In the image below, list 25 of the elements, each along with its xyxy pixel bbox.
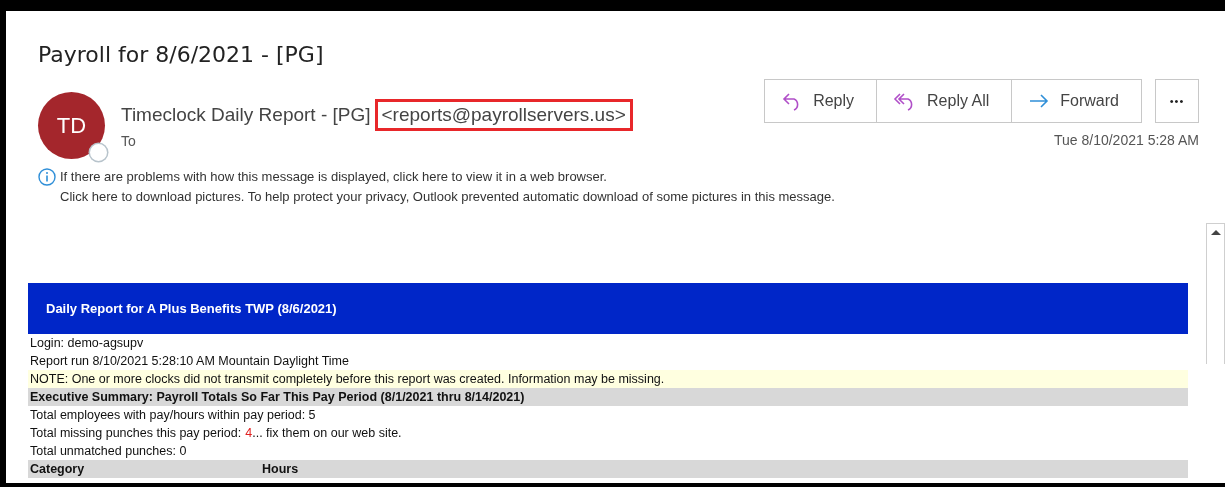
more-button[interactable]: ••• (1155, 79, 1199, 123)
scrollbar[interactable] (1206, 223, 1225, 364)
info-icon (38, 168, 56, 186)
sender-name: Timeclock Daily Report - [PG] (121, 104, 371, 126)
report-line: Total employees with pay/hours within pay period: 5 (29, 407, 317, 424)
report-line: Report run 8/10/2021 5:28:10 AM Mountain Daylight Time (29, 353, 350, 370)
info-message[interactable]: If there are problems with how this message is displayed, click here to view it in a web browser. (60, 167, 835, 187)
report-line: Total unmatched punches: 0 (29, 443, 188, 460)
info-message[interactable]: Click here to download pictures. To help protect your privacy, Outlook prevented automatic download of some pictures in this message. (60, 187, 835, 207)
report-line: Total missing punches this pay period: (30, 426, 242, 440)
section-heading: Executive Summary: Payroll Totals So Far This Pay Period (8/1/2021 thru 8/14/2021) (28, 388, 1189, 406)
sent-date: Tue 8/10/2021 5:28 AM (1053, 132, 1199, 148)
report-title: Daily Report for A Plus Benefits TWP (8/6/2021) (46, 301, 337, 316)
report-line: ... fix them on our web site. (252, 426, 402, 440)
email-subject: Payroll for 8/6/2021 - [PG] (38, 41, 325, 69)
scroll-up-icon[interactable] (1211, 230, 1222, 235)
sender-avatar: TD (38, 92, 105, 159)
report-note: NOTE: One or more clocks did not transmit completely before this report was created. Information may be missing. (28, 370, 1189, 388)
report-line: Login: demo-agsupv (29, 335, 145, 352)
column-header: Hours (262, 461, 299, 478)
missing-count: 4 (245, 426, 253, 440)
to-label: To (121, 133, 137, 149)
sender-email: <reports@payrollservers.us> (374, 99, 633, 131)
presence-icon (90, 144, 107, 161)
column-header: Category (30, 461, 86, 478)
